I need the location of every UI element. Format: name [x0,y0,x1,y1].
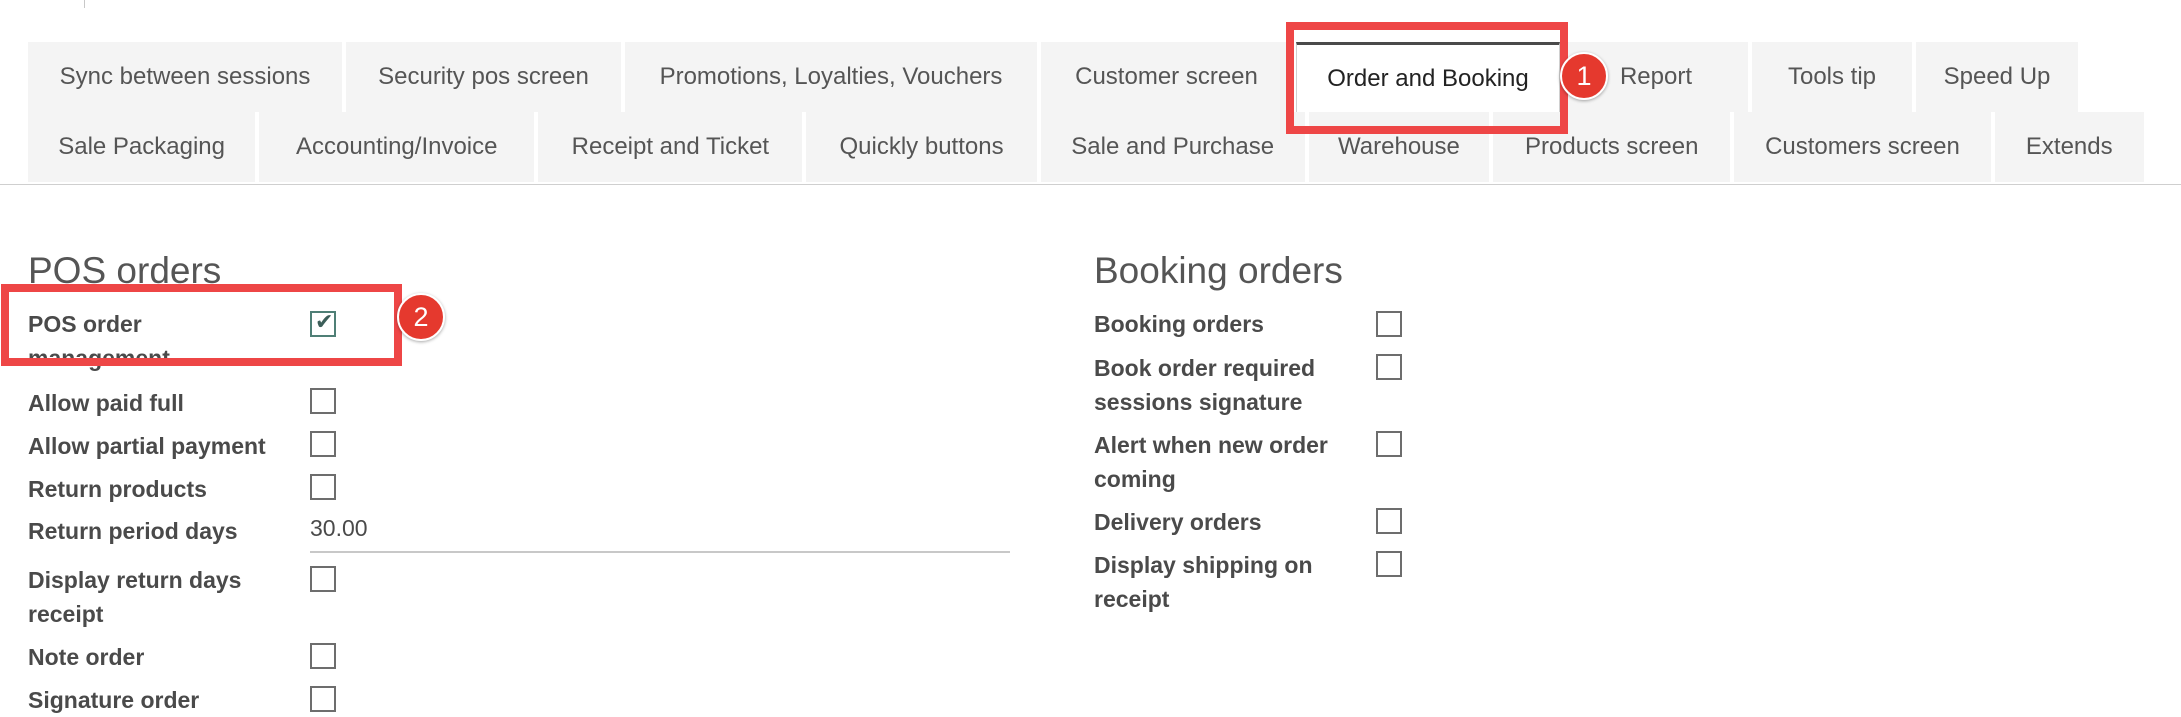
display-shipping-receipt-label: Display shipping on receipt [1094,552,1313,612]
return-period-days-label: Return period days [28,518,238,544]
tab-row-1: Sync between sessions Security pos scree… [28,42,2148,112]
tab-row-2: Sale Packaging Accounting/Invoice Receip… [28,112,2148,182]
note-order-label: Note order [28,644,145,670]
annotation-marker-1: 1 [1560,52,1608,100]
tab-tools-tip[interactable]: Tools tip [1752,42,1912,112]
signature-order-checkbox[interactable] [310,686,336,712]
tab-quickly-buttons[interactable]: Quickly buttons [806,112,1037,182]
return-products-label: Return products [28,476,207,502]
highlight-box-pos-order [1,284,402,366]
note-order-checkbox[interactable] [310,643,336,669]
settings-tabs: Sync between sessions Security pos scree… [28,42,2148,182]
delivery-orders-label: Delivery orders [1094,509,1262,535]
tab-sync-between-sessions[interactable]: Sync between sessions [28,42,342,112]
return-products-checkbox[interactable] [310,474,336,500]
booking-orders-label: Booking orders [1094,311,1264,337]
signature-order-label: Signature order [28,687,200,713]
tab-sale-packaging[interactable]: Sale Packaging [28,112,256,182]
tab-promotions-loyalties-vouchers[interactable]: Promotions, Loyalties, Vouchers [625,42,1037,112]
tab-extends[interactable]: Extends [1994,112,2144,182]
annotation-marker-2: 2 [397,293,445,341]
tab-customer-screen[interactable]: Customer screen [1041,42,1292,112]
alert-new-order-checkbox[interactable] [1376,431,1402,457]
highlight-box-order-and-booking [1286,22,1568,134]
tab-accounting-invoice[interactable]: Accounting/Invoice [259,112,535,182]
display-return-days-receipt-label: Display return days receipt [28,567,242,627]
tab-receipt-and-ticket[interactable]: Receipt and Ticket [538,112,803,182]
return-period-days-input[interactable]: 30.00 [310,515,1010,553]
tab-security-pos-screen[interactable]: Security pos screen [346,42,621,112]
allow-paid-full-label: Allow paid full [28,390,184,416]
tab-customers-screen[interactable]: Customers screen [1734,112,1991,182]
book-order-required-signature-checkbox[interactable] [1376,354,1402,380]
tab-sale-and-purchase[interactable]: Sale and Purchase [1040,112,1305,182]
book-order-required-signature-label: Book order required sessions signature [1094,355,1316,415]
booking-orders-checkbox[interactable] [1376,311,1402,337]
tab-speed-up[interactable]: Speed Up [1916,42,2078,112]
allow-partial-payment-label: Allow partial payment [28,433,266,459]
delivery-orders-checkbox[interactable] [1376,508,1402,534]
allow-paid-full-checkbox[interactable] [310,388,336,414]
tabs-divider [0,184,2181,185]
allow-partial-payment-checkbox[interactable] [310,431,336,457]
display-return-days-receipt-checkbox[interactable] [310,566,336,592]
booking-orders-title: Booking orders [1094,250,1343,291]
alert-new-order-label: Alert when new order coming [1094,432,1328,492]
top-divider [84,0,85,8]
display-shipping-receipt-checkbox[interactable] [1376,551,1402,577]
